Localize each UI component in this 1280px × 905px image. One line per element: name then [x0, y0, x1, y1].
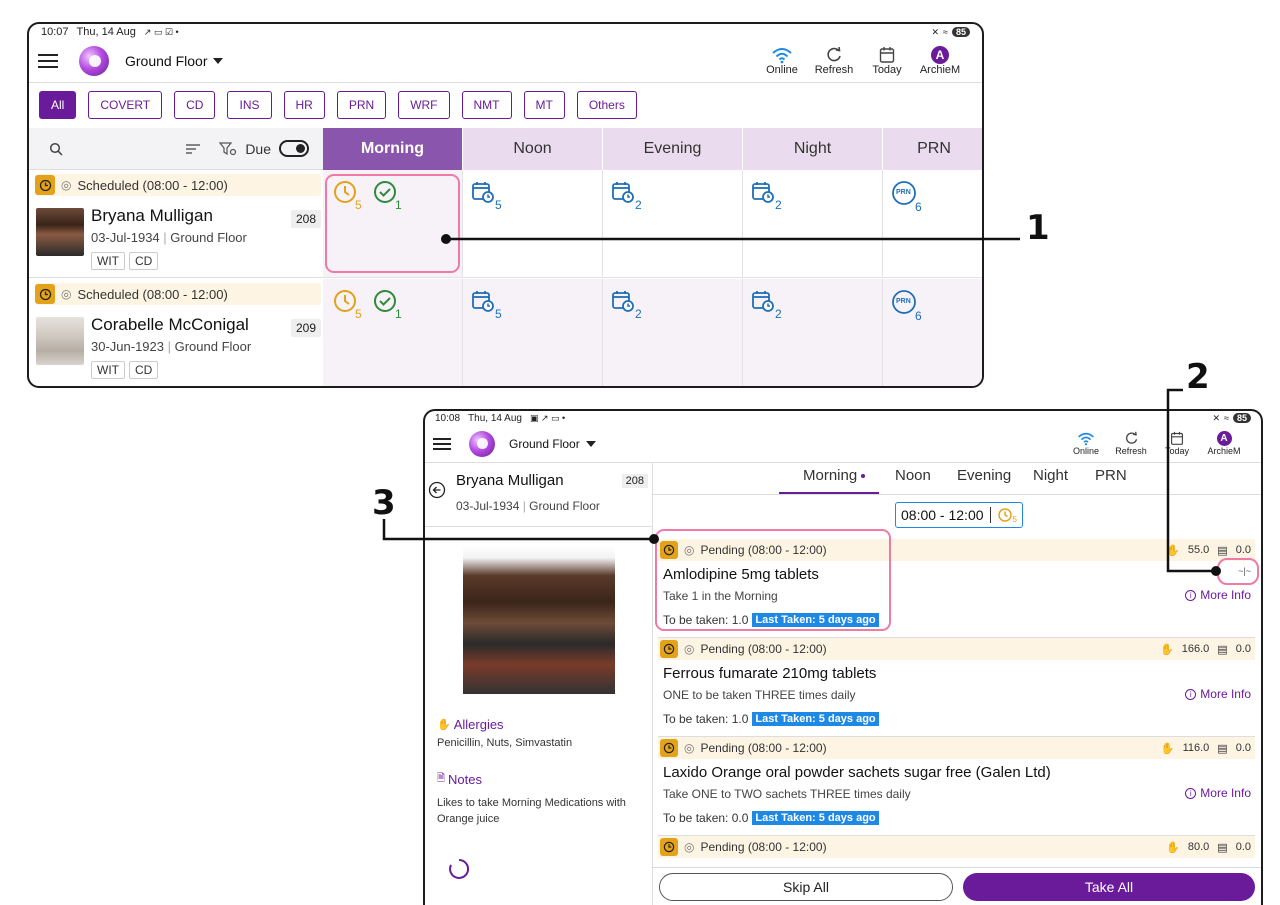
- callout-number-1: 1: [1026, 208, 1050, 248]
- callout-number-2: 2: [1186, 357, 1210, 397]
- annotation-leader-lines: [382, 234, 1221, 576]
- callout-number-3: 3: [372, 483, 396, 523]
